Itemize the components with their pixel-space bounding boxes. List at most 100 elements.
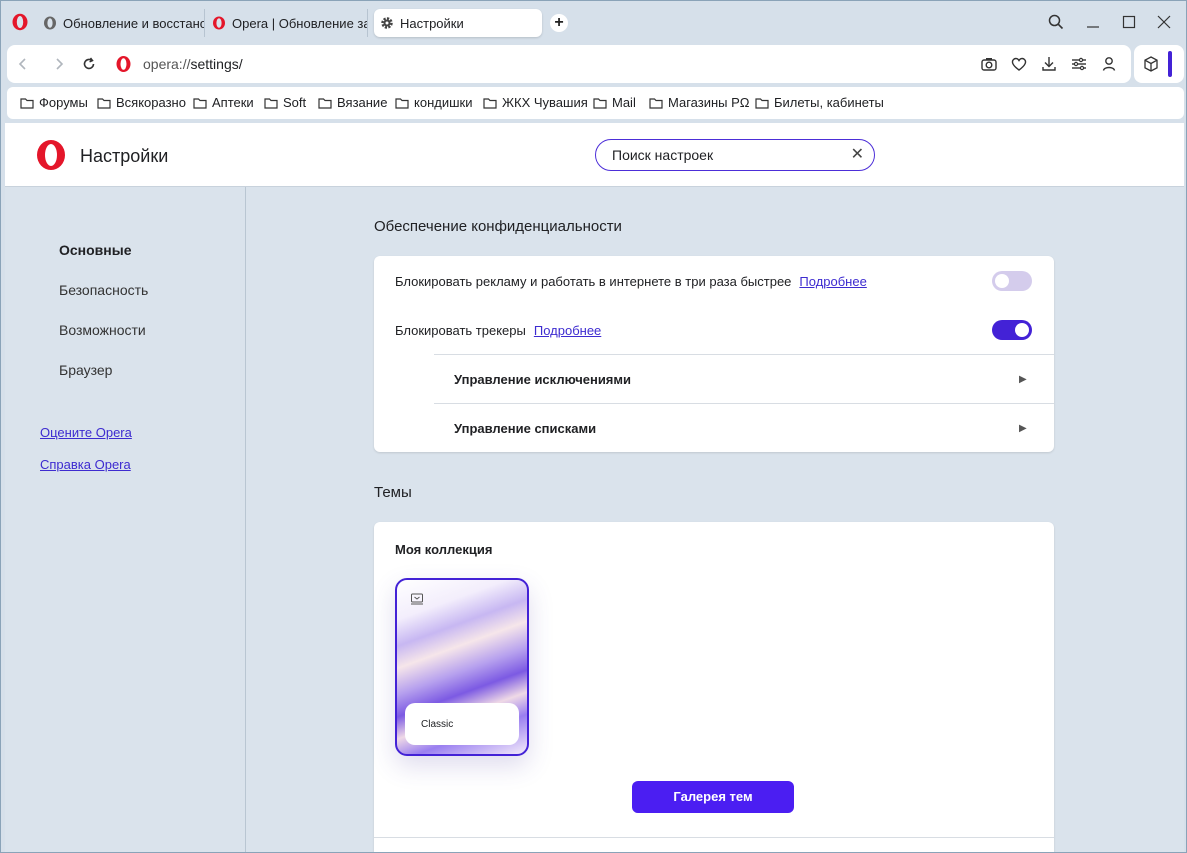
opera-menu-icon[interactable] [11, 13, 29, 31]
block-trackers-more-link[interactable]: Подробнее [534, 323, 601, 338]
gear-icon [381, 17, 393, 29]
sidebar-item-browser[interactable]: Браузер [59, 362, 112, 378]
rate-opera-link[interactable]: Оцените Opera [40, 425, 132, 440]
folder-icon [593, 97, 607, 109]
tab-update-restore[interactable]: Обновление и восстанов [37, 9, 205, 37]
theme-card-classic[interactable]: Classic [395, 578, 529, 756]
bookmark-folder[interactable]: Билеты, кабинеты [755, 95, 884, 110]
bookmark-folder[interactable]: Магазины РΩ [649, 95, 750, 110]
folder-icon [755, 97, 769, 109]
browser-window: Обновление и восстанов Opera | Обновлени… [0, 0, 1187, 853]
url-path: settings/ [190, 56, 243, 72]
close-window-button[interactable] [1154, 11, 1174, 33]
opera-site-icon [116, 56, 131, 72]
address-bar: opera://settings/ [7, 45, 1131, 83]
tab-strip: Обновление и восстанов Opera | Обновлени… [1, 1, 1186, 43]
folder-icon [649, 97, 663, 109]
themes-card: Моя коллекция Classic Галерея тем [374, 522, 1054, 852]
sidebar-item-security[interactable]: Безопасность [59, 282, 148, 298]
bookmark-label: Вязание [337, 95, 388, 110]
folder-icon [193, 97, 207, 109]
settings-search[interactable]: ✕ [595, 139, 875, 171]
cube-extension-icon[interactable] [1142, 55, 1160, 73]
camera-icon[interactable] [980, 55, 998, 73]
theme-gallery-button[interactable]: Галерея тем [632, 781, 794, 813]
folder-icon [97, 97, 111, 109]
bookmark-folder[interactable]: Вязание [318, 95, 387, 110]
bookmark-folder[interactable]: ЖКХ Чувашия [483, 95, 588, 110]
chevron-right-icon: ▶ [1019, 423, 1027, 434]
bookmark-label: Soft [283, 95, 307, 110]
folder-icon [264, 97, 278, 109]
folder-icon [483, 97, 497, 109]
back-button[interactable] [13, 54, 33, 74]
sidebar-item-basic[interactable]: Основные [59, 242, 132, 258]
settings-header: Настройки ✕ [5, 123, 1184, 187]
bookmarks-bar: Форумы Всякоразно Аптеки Soft Вязание ко… [7, 87, 1184, 119]
sidebar-item-features[interactable]: Возможности [59, 322, 146, 338]
forward-button[interactable] [49, 54, 69, 74]
url-field[interactable]: opera://settings/ [143, 56, 243, 72]
bookmark-folder[interactable]: Soft [264, 95, 306, 110]
clear-search-button[interactable]: ✕ [851, 146, 864, 164]
privacy-card: Блокировать рекламу и работать в интерне… [374, 256, 1054, 452]
privacy-section-title: Обеспечение конфиденциальности [374, 218, 622, 235]
theme-name: Classic [421, 719, 454, 730]
new-tab-button[interactable]: + [550, 14, 568, 32]
theme-label-box: Classic [405, 703, 519, 745]
page-title: Настройки [80, 146, 169, 166]
tab-search-icon[interactable] [1046, 11, 1066, 33]
settings-sidebar: Основные Безопасность Возможности Браузе… [5, 187, 246, 852]
block-trackers-label: Блокировать трекеры [395, 323, 526, 338]
block-trackers-row: Блокировать трекеры Подробнее [395, 323, 601, 338]
tab-title: Настройки [400, 15, 464, 31]
bookmark-label: кондишки [414, 95, 473, 110]
opera-help-link[interactable]: Справка Opera [40, 457, 131, 472]
bookmark-folder[interactable]: Всякоразно [97, 95, 186, 110]
bookmark-folder[interactable]: кондишки [395, 95, 472, 110]
bookmark-folder[interactable]: Аптеки [193, 95, 254, 110]
tab-title: Обновление и восстанов [63, 15, 204, 31]
profile-icon[interactable] [1100, 55, 1118, 73]
settings-page: Настройки ✕ Основные Безопасность Возмож… [5, 123, 1184, 852]
bookmark-label: Mail [612, 95, 636, 110]
heart-icon[interactable] [1010, 55, 1028, 73]
minimize-button[interactable] [1083, 11, 1103, 33]
block-trackers-toggle[interactable] [992, 320, 1032, 340]
reload-button[interactable] [79, 54, 99, 74]
download-icon[interactable] [1040, 55, 1058, 73]
divider [434, 354, 1054, 355]
block-ads-toggle[interactable] [992, 271, 1032, 291]
tab-opera-update[interactable]: Opera | Обновление зав [206, 9, 368, 37]
maximize-button[interactable] [1119, 11, 1139, 33]
theme-preview-icon [411, 593, 423, 605]
divider [374, 837, 1054, 838]
easy-setup-icon[interactable] [1070, 55, 1088, 73]
themes-section-title: Темы [374, 484, 412, 501]
block-ads-more-link[interactable]: Подробнее [799, 274, 866, 289]
sidebar-accent-bar [1168, 51, 1172, 77]
opera-gray-icon [44, 16, 56, 30]
tab-settings[interactable]: Настройки [374, 9, 542, 37]
bookmark-label: Всякоразно [116, 95, 186, 110]
bookmark-label: Магазины РΩ [668, 95, 750, 110]
collection-title: Моя коллекция [395, 542, 493, 557]
tab-title: Opera | Обновление зав [232, 15, 367, 31]
bookmark-label: Билеты, кабинеты [774, 95, 884, 110]
block-ads-row: Блокировать рекламу и работать в интерне… [395, 274, 867, 289]
bookmark-label: ЖКХ Чувашия [502, 95, 588, 110]
bookmark-folder[interactable]: Mail [593, 95, 636, 110]
manage-lists-row[interactable]: Управление списками [454, 421, 596, 436]
toggle-knob [1015, 323, 1029, 337]
bookmark-label: Аптеки [212, 95, 254, 110]
search-input[interactable] [612, 147, 832, 163]
opera-logo-icon [37, 140, 65, 170]
url-host: opera:// [143, 56, 191, 72]
bookmark-folder[interactable]: Форумы [20, 95, 88, 110]
toggle-knob [995, 274, 1009, 288]
block-ads-label: Блокировать рекламу и работать в интерне… [395, 274, 792, 289]
chevron-right-icon: ▶ [1019, 374, 1027, 385]
divider [434, 403, 1054, 404]
opera-red-icon [213, 16, 225, 30]
manage-exceptions-row[interactable]: Управление исключениями [454, 372, 631, 387]
